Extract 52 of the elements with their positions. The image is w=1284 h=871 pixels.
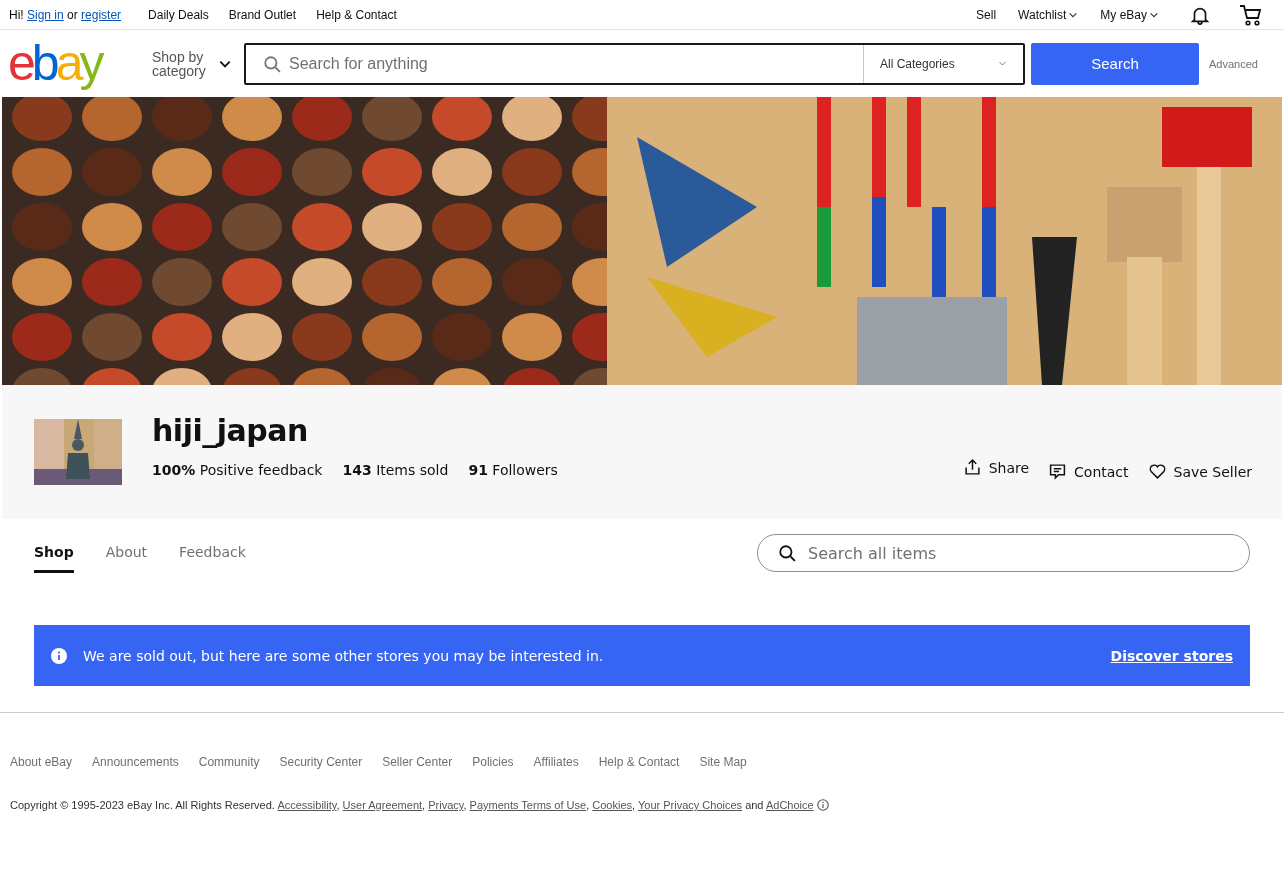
register-link[interactable]: register: [81, 7, 122, 22]
footer-link[interactable]: Site Map: [699, 755, 747, 769]
footer-link[interactable]: About eBay: [10, 755, 73, 769]
search-bar[interactable]: Search for anything All Categories: [244, 42, 1025, 85]
cart-icon: [1239, 2, 1263, 27]
search-button[interactable]: Search: [1031, 42, 1199, 85]
store-search-field[interactable]: Search all items: [808, 535, 1249, 571]
nav-link[interactable]: Help & Contact: [316, 7, 397, 22]
chevron-down-icon: [998, 59, 1007, 68]
tab[interactable]: Feedback: [179, 544, 246, 573]
seller-stat: 91 Followers: [468, 462, 558, 478]
footer-link[interactable]: Security Center: [279, 755, 363, 769]
legal-link[interactable]: Cookies: [592, 799, 632, 811]
nav-link[interactable]: Watchlist: [1018, 7, 1079, 22]
tab[interactable]: Shop: [34, 544, 74, 573]
nav-link[interactable]: My eBay: [1100, 7, 1159, 22]
nav-link[interactable]: Sell: [976, 7, 997, 22]
advanced-link[interactable]: Advanced: [1209, 57, 1258, 70]
footer-link[interactable]: Seller Center: [382, 755, 453, 769]
chat-icon: [1049, 463, 1067, 480]
greeting-text: Hi! Sign in or register: [9, 7, 122, 22]
nav-link[interactable]: Brand Outlet: [228, 7, 297, 22]
search-icon: [263, 54, 281, 73]
copyright-text: Copyright © 1995-2023 eBay Inc. All Rights Reserved. Accessibility, User Agreement, Privacy, Payments Terms of Use, Cookies, Your Privacy Choices and AdChoice: [10, 799, 814, 811]
contact-button[interactable]: Contact: [1049, 463, 1129, 480]
footer-link[interactable]: Community: [198, 755, 260, 769]
seller-stat: 143 Items sold: [342, 462, 449, 478]
heart-icon: [1148, 463, 1166, 480]
save-button[interactable]: Save Seller: [1148, 463, 1252, 480]
nav-link[interactable]: Daily Deals: [148, 7, 209, 22]
share-icon: [963, 459, 981, 476]
ebay-logo[interactable]: ebay: [8, 37, 128, 88]
legal-link[interactable]: Your Privacy Choices: [637, 799, 743, 811]
footer-link[interactable]: Help & Contact: [598, 755, 680, 769]
search-icon: [778, 544, 796, 562]
info-icon: [816, 799, 829, 811]
search-field[interactable]: Search for anything: [289, 44, 863, 83]
legal-link[interactable]: AdChoice: [765, 799, 814, 811]
share-button[interactable]: Share: [963, 459, 1030, 476]
shop-by-category-button[interactable]: Shop by category: [152, 49, 234, 78]
sign-in-link[interactable]: Sign in: [27, 7, 64, 22]
tab[interactable]: About: [105, 544, 148, 573]
discover-stores-link[interactable]: Discover stores: [1110, 647, 1233, 664]
seller-stat: 100% Positive feedback: [152, 462, 323, 478]
seller-name: hiji_japan: [152, 413, 309, 448]
category-dropdown[interactable]: All Categories: [863, 44, 1023, 83]
footer-link[interactable]: Announcements: [92, 755, 179, 769]
legal-link[interactable]: Payments Terms of Use: [469, 799, 587, 811]
footer-link[interactable]: Affiliates: [533, 755, 579, 769]
footer-link[interactable]: Policies: [472, 755, 514, 769]
info-icon: [51, 647, 67, 664]
notice-text: We are sold out, but here are some other stores you may be interested in.: [83, 647, 605, 664]
